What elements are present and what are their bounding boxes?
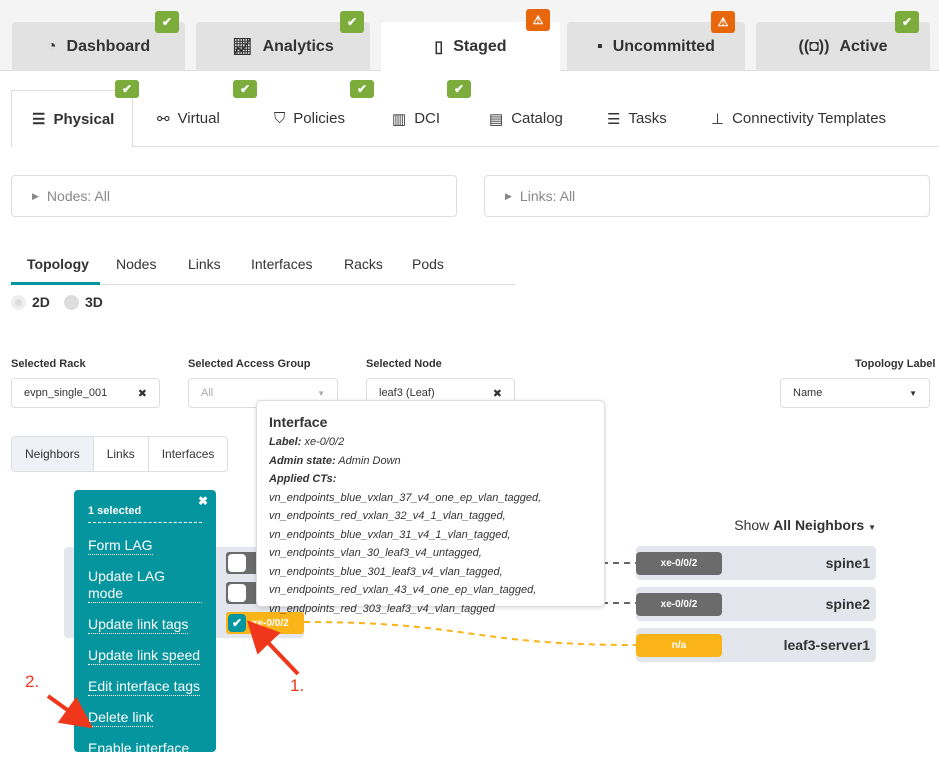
step-1-annotation: 1.	[290, 676, 305, 695]
arrow-1-icon	[246, 620, 300, 676]
annotation-layer	[46, 620, 300, 729]
arrow-2-icon	[46, 694, 93, 729]
step-2-annotation: 2.	[25, 672, 40, 691]
